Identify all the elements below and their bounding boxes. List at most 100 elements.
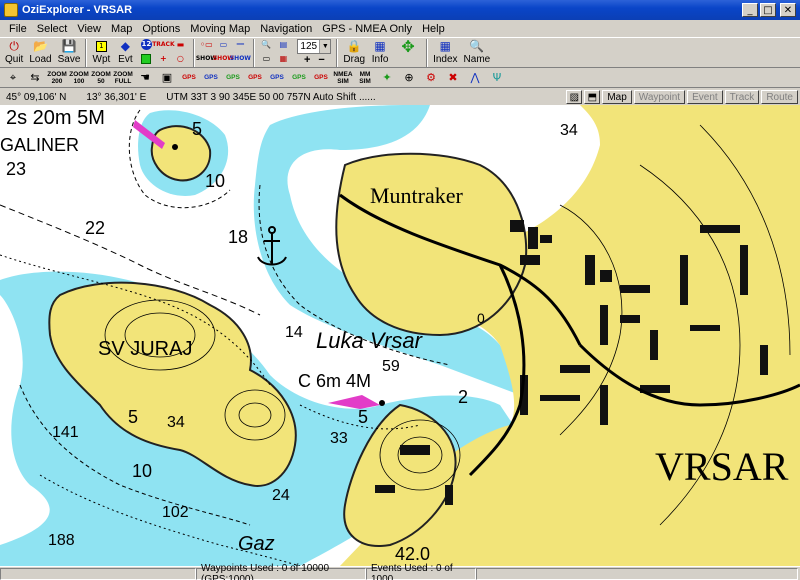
gps-f-label: GPS <box>292 74 306 81</box>
alarm-icon[interactable]: ⚙ <box>420 69 442 87</box>
map-overview-icon[interactable]: ▤ <box>276 39 290 50</box>
tab-track[interactable]: Track <box>724 90 760 104</box>
print-icon[interactable]: ▭ <box>259 53 273 64</box>
menu-navigation[interactable]: Navigation <box>255 23 317 35</box>
show-events-icon[interactable]: ▭ <box>216 39 230 50</box>
toolbar-separator <box>253 39 256 67</box>
depth-5-luka: 5 <box>358 407 368 427</box>
zoom-out-icon[interactable]: − <box>318 54 324 66</box>
waypoint-label-galiner: 2s 20m 5M <box>6 107 105 129</box>
zoom-select[interactable]: 125 ▼ <box>297 39 332 54</box>
move-button[interactable]: ✥ <box>392 36 424 68</box>
depth-34-north: 34 <box>560 122 578 139</box>
drag-label: Drag <box>343 54 366 65</box>
waypoint-button[interactable]: 1 Wpt <box>89 38 113 68</box>
load-button[interactable]: 📂 Load <box>26 38 54 68</box>
zoom-200-button[interactable]: ZOOM 200 <box>46 69 68 87</box>
app-icon <box>4 3 18 17</box>
antenna-icon[interactable]: Ψ <box>486 69 508 87</box>
nmea-sim-button[interactable]: NMEA SIM <box>332 69 354 87</box>
menu-select[interactable]: Select <box>32 23 73 35</box>
map-view[interactable]: 2s 20m 5M GALINER Muntraker SV JURAJ Luk… <box>0 105 800 566</box>
event-button[interactable]: ◆ Evt <box>113 38 137 68</box>
close-button[interactable]: ✕ <box>780 3 796 17</box>
gps-c-button[interactable]: GPS <box>222 69 244 87</box>
show-a-icon[interactable]: SHOW <box>196 53 217 64</box>
map-image-icon[interactable]: ▨ <box>566 90 583 104</box>
zoom-full-button[interactable]: ZOOM FULL <box>112 69 134 87</box>
show-b-icon[interactable]: SHOW <box>213 53 234 64</box>
bottom-status-bar: Waypoints Used : 0 of 10000 (GPS:1000) E… <box>0 563 800 580</box>
show-tools: ◦▭ ▭ ━━ SHOW SHOW SHOW <box>196 38 251 68</box>
tab-map[interactable]: Map <box>602 90 632 104</box>
menu-options[interactable]: Options <box>137 23 185 35</box>
hand-icon[interactable]: ☚ <box>134 69 156 87</box>
graph-icon[interactable]: ⋀ <box>464 69 486 87</box>
drag-button[interactable]: 🔒 Drag <box>340 38 368 68</box>
zoom-in-icon[interactable]: + <box>304 54 310 66</box>
save-button[interactable]: 💾 Save <box>55 38 84 68</box>
zoom-100-button[interactable]: ZOOM 100 <box>68 69 90 87</box>
circle-icon[interactable]: ○ <box>173 53 187 64</box>
menu-moving-map[interactable]: Moving Map <box>185 23 255 35</box>
zoom-50-button[interactable]: ZOOM 50 <box>90 69 112 87</box>
gps-b-button[interactable]: GPS <box>200 69 222 87</box>
galiner-label: GALINER <box>0 135 79 155</box>
menu-gps-nmea[interactable]: GPS - NMEA Only <box>317 23 417 35</box>
quit-icon: ⏻ <box>9 38 19 53</box>
show-waypoints-icon[interactable]: ◦▭ <box>199 39 213 50</box>
info-button[interactable]: ▦ Info <box>368 38 392 68</box>
depth-141: 141 <box>52 424 79 441</box>
minimize-button[interactable]: _ <box>742 3 758 17</box>
green-square-icon[interactable] <box>139 53 153 64</box>
track-icon[interactable]: TRACK <box>152 39 174 50</box>
show-c-icon[interactable]: SHOW <box>230 53 251 64</box>
move-arrows-icon: ✥ <box>401 36 415 56</box>
name-button[interactable]: 🔍 Name <box>461 38 494 68</box>
gps-a-label: GPS <box>182 74 196 81</box>
info-icon: ▦ <box>374 39 386 53</box>
menu-view[interactable]: View <box>72 23 106 35</box>
search-map-icon[interactable]: 🔍 <box>259 39 273 50</box>
compass-icon[interactable]: ✦ <box>376 69 398 87</box>
tab-event[interactable]: Event <box>687 90 723 104</box>
tab-waypoint[interactable]: Waypoint <box>633 90 686 104</box>
cursor-icon[interactable]: ⌖ <box>2 69 24 87</box>
fit-icon[interactable]: ▣ <box>156 69 178 87</box>
menu-map[interactable]: Map <box>106 23 137 35</box>
waypoint-label-luka: C 6m 4M <box>298 371 371 391</box>
depth-18: 18 <box>228 227 248 247</box>
index-icon: ▦ <box>439 39 451 53</box>
menu-file[interactable]: File <box>4 23 32 35</box>
wpt-label: Wpt <box>92 54 111 65</box>
maximize-button[interactable]: □ <box>760 3 776 17</box>
crosshair-plus-icon[interactable]: + <box>156 53 170 64</box>
waypoint-icon: 1 <box>92 39 110 53</box>
gps-f-button[interactable]: GPS <box>288 69 310 87</box>
scroll-icon[interactable]: ⇆ <box>24 69 46 87</box>
depth-22: 22 <box>85 218 105 238</box>
stop-icon[interactable]: ✖ <box>442 69 464 87</box>
menu-bar: File Select View Map Options Moving Map … <box>0 20 800 37</box>
gps-g-button[interactable]: GPS <box>310 69 332 87</box>
gps-e-button[interactable]: GPS <box>266 69 288 87</box>
name-search-icon: 🔍 <box>469 39 485 53</box>
index-button[interactable]: ▦ Index <box>430 38 460 68</box>
quit-button[interactable]: ⏻ Quit <box>2 38 26 68</box>
toolbar-separator <box>336 39 339 67</box>
depth-5-juraj: 5 <box>128 407 138 427</box>
show-tracks-icon[interactable]: ━━ <box>233 39 247 50</box>
target-icon[interactable]: ⊕ <box>398 69 420 87</box>
save-map-icon[interactable]: ⬒ <box>584 90 601 104</box>
gps-d-button[interactable]: GPS <box>244 69 266 87</box>
status-cell-empty <box>0 567 196 580</box>
depth-34-juraj: 34 <box>167 414 185 431</box>
gps-a-button[interactable]: GPS <box>178 69 200 87</box>
mm-sim-button[interactable]: MM SIM <box>354 69 376 87</box>
chart-map[interactable]: 2s 20m 5M GALINER Muntraker SV JURAJ Luk… <box>0 105 800 566</box>
tab-route[interactable]: Route <box>761 90 798 104</box>
menu-help[interactable]: Help <box>417 23 450 35</box>
grid-icon[interactable]: ▦ <box>276 53 290 64</box>
ruler-icon[interactable]: ▬ <box>173 39 187 50</box>
gps-e-label: GPS <box>270 74 284 81</box>
